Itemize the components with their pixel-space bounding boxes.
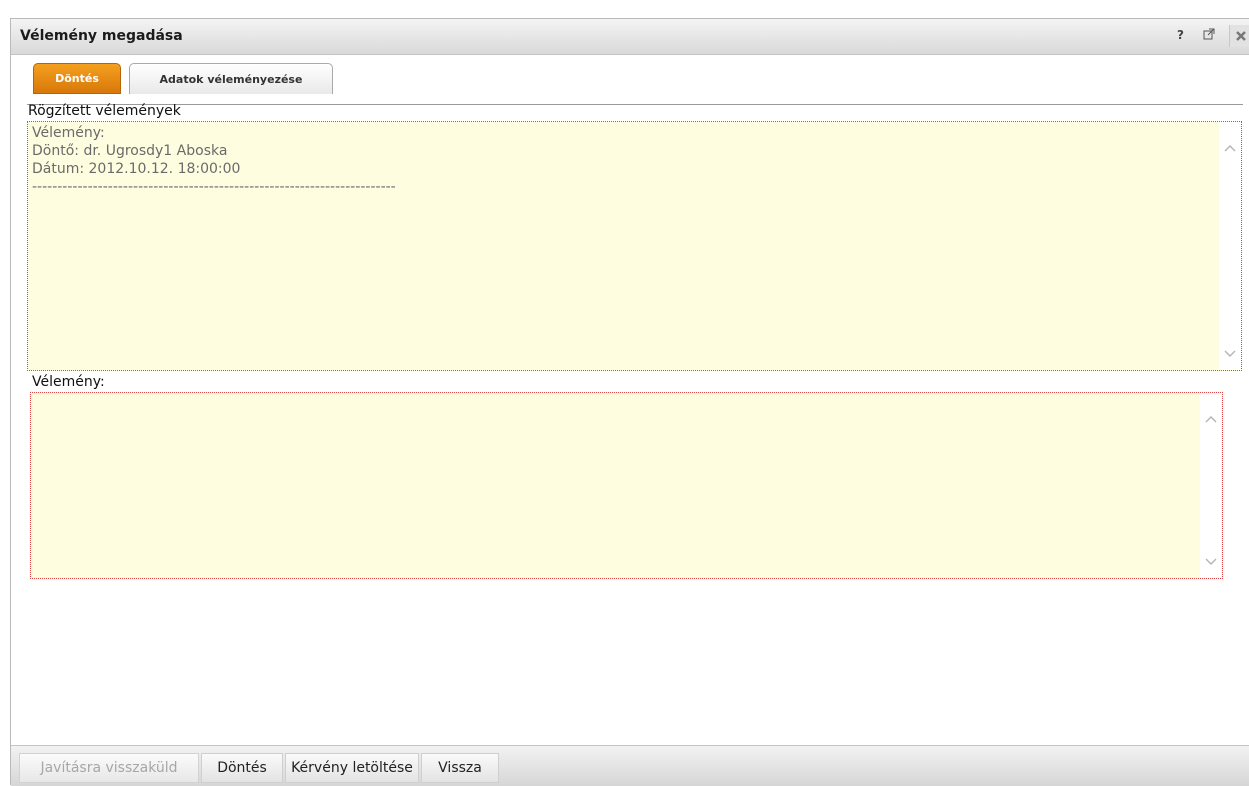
recorded-line: Döntő: dr. Ugrosdy1 Aboska bbox=[32, 143, 228, 159]
opinion-dialog: Vélemény megadása ? Döntés Adatok vélemé… bbox=[10, 18, 1249, 786]
decision-button[interactable]: Döntés bbox=[201, 753, 283, 783]
scroll-up-icon[interactable] bbox=[1222, 140, 1238, 156]
recorded-line: Dátum: 2012.10.12. 18:00:00 bbox=[32, 161, 241, 177]
opinion-textarea[interactable] bbox=[30, 392, 1223, 579]
dialog-title: Vélemény megadása bbox=[20, 28, 183, 44]
recorded-opinions-label: Rögzített vélemények bbox=[28, 103, 181, 119]
recorded-line: Vélemény: bbox=[32, 125, 105, 141]
tab-divider bbox=[27, 104, 1243, 105]
recorded-line: ----------------------------------------… bbox=[32, 179, 396, 195]
scroll-down-icon[interactable] bbox=[1222, 346, 1238, 362]
return-for-correction-button[interactable]: Javításra visszaküld bbox=[19, 753, 199, 783]
scroll-up-icon[interactable] bbox=[1203, 411, 1219, 427]
help-icon[interactable]: ? bbox=[1177, 28, 1184, 42]
opinion-label: Vélemény: bbox=[32, 374, 105, 390]
action-bar: Javításra visszaküld Döntés Kérvény letö… bbox=[11, 745, 1249, 786]
tab-decision[interactable]: Döntés bbox=[33, 63, 121, 94]
back-button[interactable]: Vissza bbox=[421, 753, 499, 783]
scrollbar[interactable] bbox=[1219, 122, 1241, 370]
tab-review-data[interactable]: Adatok véleményezése bbox=[129, 63, 333, 94]
scroll-down-icon[interactable] bbox=[1203, 554, 1219, 570]
download-request-button[interactable]: Kérvény letöltése bbox=[285, 753, 419, 783]
recorded-opinions-textarea[interactable]: Vélemény: Döntő: dr. Ugrosdy1 Aboska Dát… bbox=[27, 121, 1242, 371]
popout-icon[interactable] bbox=[1203, 28, 1215, 43]
opinion-scrollbar[interactable] bbox=[1200, 393, 1222, 578]
titlebar: Vélemény megadása ? bbox=[11, 19, 1249, 55]
close-icon[interactable] bbox=[1229, 25, 1249, 47]
tab-bar: Döntés Adatok véleményezése bbox=[11, 54, 1249, 100]
